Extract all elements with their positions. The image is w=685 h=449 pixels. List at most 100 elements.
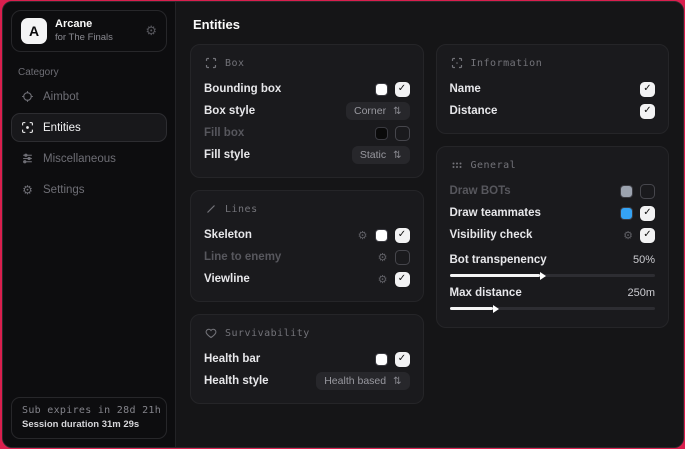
sidebar-item-settings[interactable]: ⚙ Settings [11,175,167,205]
sidebar-item-aimbot[interactable]: Aimbot [11,82,167,111]
page-title: Entities [193,17,669,32]
visibility-check-row: Visibility check ⚙ ✓ [450,224,656,246]
sidebar-item-entities[interactable]: Entities [11,113,167,142]
check-icon: ✓ [643,230,651,240]
scan-info-icon [451,57,463,69]
check-icon: ✓ [398,84,406,94]
check-icon: ✓ [643,84,651,94]
app-header-card: A Arcane for The Finals ⚙ [11,10,167,52]
section-title-information: Information [471,58,543,69]
draw-teammates-checkbox[interactable]: ✓ [640,206,655,221]
draw-bots-checkbox[interactable] [640,184,655,199]
sidebar-item-label: Miscellaneous [43,153,116,165]
distance-label: Distance [450,105,634,117]
category-label: Category [18,67,167,78]
app-logo: A [21,18,47,44]
app-window: A Arcane for The Finals ⚙ Category Aimbo… [2,1,684,448]
skeleton-checkbox[interactable]: ✓ [395,228,410,243]
box-style-label: Box style [204,105,339,117]
fill-box-label: Fill box [204,127,368,139]
gear-icon[interactable]: ⚙ [145,24,157,39]
check-icon: ✓ [643,106,651,116]
gear-icon: ⚙ [21,183,34,197]
section-title-survivability: Survivability [225,328,310,339]
session-duration-text: Session duration 31m 29s [22,419,156,430]
information-section-card: Information Name ✓ Distance ✓ [436,44,670,134]
bounding-box-checkbox[interactable]: ✓ [395,82,410,97]
skeleton-label: Skeleton [204,229,351,241]
draw-teammates-row: Draw teammates ✓ [450,202,656,224]
lines-section-card: Lines Skeleton ⚙ ✓ Line to enemy ⚙ V [190,190,424,302]
main-panel: Entities Box Bounding box ✓ Box [175,2,683,447]
bounding-box-color-swatch[interactable] [375,83,388,96]
sidebar: A Arcane for The Finals ⚙ Category Aimbo… [3,2,175,447]
visibility-check-checkbox[interactable]: ✓ [640,228,655,243]
bot-transparency-label: Bot transpenency [450,254,633,266]
sub-expires-text: Sub expires in 28d 21h [22,405,156,416]
fill-box-checkbox[interactable] [395,126,410,141]
max-distance-slider[interactable] [450,307,656,310]
health-bar-row: Health bar ✓ [204,348,410,370]
line-icon [205,203,217,215]
check-icon: ✓ [398,274,406,284]
skeleton-row: Skeleton ⚙ ✓ [204,224,410,246]
visibility-check-label: Visibility check [450,229,617,241]
chevron-up-down-icon: ⇅ [393,150,401,161]
draw-bots-color-swatch[interactable] [620,185,633,198]
bot-transparency-value: 50% [633,254,655,266]
bounding-box-row: Bounding box ✓ [204,78,410,100]
skeleton-color-swatch[interactable] [375,229,388,242]
line-to-enemy-label: Line to enemy [204,251,371,263]
bot-transparency-slider[interactable] [450,274,656,277]
draw-teammates-label: Draw teammates [450,207,614,219]
general-section-card: General Draw BOTs Draw teammates ✓ Visib… [436,146,670,328]
sidebar-item-label: Aimbot [43,91,79,103]
sidebar-item-miscellaneous[interactable]: Miscellaneous [11,144,167,173]
sliders-icon [21,152,34,165]
health-bar-label: Health bar [204,353,368,365]
box-style-dropdown[interactable]: Corner ⇅ [346,102,410,120]
section-title-lines: Lines [225,204,258,215]
gear-icon[interactable]: ⚙ [623,230,633,241]
crosshair-icon [21,90,34,103]
sidebar-item-label: Entities [43,122,81,134]
slider-fill [450,307,493,310]
health-bar-checkbox[interactable]: ✓ [395,352,410,367]
max-distance-label: Max distance [450,287,628,299]
name-checkbox[interactable]: ✓ [640,82,655,97]
fill-style-row: Fill style Static ⇅ [204,144,410,166]
section-title-general: General [471,160,517,171]
grid-dots-icon [451,159,463,171]
box-style-row: Box style Corner ⇅ [204,100,410,122]
gear-icon[interactable]: ⚙ [378,252,388,263]
corner-box-icon [205,57,217,69]
subscription-info-card: Sub expires in 28d 21h Session duration … [11,397,167,439]
health-style-dropdown[interactable]: Health based ⇅ [316,372,409,390]
check-icon: ✓ [398,354,406,364]
health-style-row: Health style Health based ⇅ [204,370,410,392]
gear-icon[interactable]: ⚙ [378,274,388,285]
health-style-label: Health style [204,375,309,387]
chevron-up-down-icon: ⇅ [393,376,401,387]
viewline-label: Viewline [204,273,371,285]
draw-teammates-color-swatch[interactable] [620,207,633,220]
name-row: Name ✓ [450,78,656,100]
bot-transparency-group: Bot transpenency 50% [450,250,656,277]
health-bar-color-swatch[interactable] [375,353,388,366]
fill-box-color-swatch[interactable] [375,127,388,140]
app-subtitle: for The Finals [55,32,137,44]
fill-style-dropdown[interactable]: Static ⇅ [352,146,410,164]
viewline-checkbox[interactable]: ✓ [395,272,410,287]
distance-checkbox[interactable]: ✓ [640,104,655,119]
section-title-box: Box [225,58,245,69]
fill-style-label: Fill style [204,149,345,161]
chevron-up-down-icon: ⇅ [393,106,401,117]
draw-bots-label: Draw BOTs [450,185,614,197]
heart-icon [205,327,217,339]
gear-icon[interactable]: ⚙ [358,230,368,241]
bounding-box-label: Bounding box [204,83,368,95]
viewline-row: Viewline ⚙ ✓ [204,268,410,290]
fill-box-row: Fill box [204,122,410,144]
box-style-value: Corner [354,105,386,117]
line-to-enemy-checkbox[interactable] [395,250,410,265]
